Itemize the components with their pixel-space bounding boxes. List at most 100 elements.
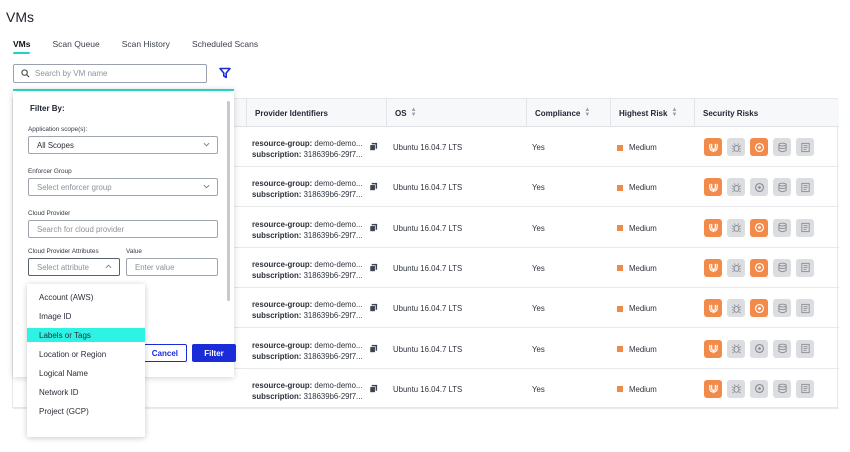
bug-icon[interactable] <box>727 178 745 197</box>
vulnerability-icon[interactable] <box>704 299 722 318</box>
vulnerability-icon[interactable] <box>704 138 722 156</box>
bug-icon[interactable] <box>727 258 745 277</box>
copy-icon[interactable] <box>369 344 378 353</box>
risk-indicator <box>617 184 623 191</box>
tab-scan-queue[interactable]: Scan Queue <box>52 38 99 56</box>
document-icon[interactable] <box>796 138 814 156</box>
malware-icon[interactable] <box>750 138 768 156</box>
resource-group-value: demo-demo... <box>314 219 363 229</box>
subscription-value: 318639b6-29f7... <box>303 270 363 280</box>
vulnerability-icon[interactable] <box>704 258 722 277</box>
document-icon[interactable] <box>796 299 814 318</box>
filter-button[interactable]: Filter <box>192 344 236 362</box>
document-icon[interactable] <box>796 258 814 277</box>
enforcer-group-select[interactable]: Select enforcer group <box>28 178 218 196</box>
subscription-label: subscription: <box>252 190 302 200</box>
database-icon[interactable] <box>773 218 791 237</box>
tab-scheduled-scans[interactable]: Scheduled Scans <box>192 38 258 56</box>
enforcer-group-label: Enforcer Group <box>28 168 72 175</box>
column-header-compliance[interactable]: Compliance ▲ ▼ <box>526 99 610 127</box>
column-label: Compliance <box>535 108 581 118</box>
bug-icon[interactable] <box>727 218 745 237</box>
cancel-button[interactable]: Cancel <box>141 344 187 362</box>
attribute-dropdown: Account (AWS) Image ID Labels or Tags Locat… <box>27 284 145 437</box>
subscription-label: subscription: <box>252 311 302 321</box>
document-icon[interactable] <box>796 178 814 197</box>
dropdown-option[interactable]: Location or Region <box>27 347 145 361</box>
filter-icon[interactable] <box>218 66 232 80</box>
value-input[interactable]: Enter value <box>126 258 218 276</box>
dropdown-option[interactable]: Logical Name <box>27 366 145 380</box>
attribute-select[interactable]: Select attribute <box>28 258 120 276</box>
subscription-value: 318639b6-29f7... <box>303 351 363 361</box>
copy-icon[interactable] <box>369 263 378 272</box>
dropdown-option[interactable]: Account (AWS) <box>27 290 145 304</box>
vulnerability-icon[interactable] <box>704 178 722 197</box>
database-icon[interactable] <box>773 339 791 358</box>
tab-scan-history[interactable]: Scan History <box>122 38 170 56</box>
highest-risk-cell: Medium <box>617 385 657 394</box>
malware-icon[interactable] <box>750 178 768 197</box>
malware-icon[interactable] <box>750 379 768 398</box>
risk-label: Medium <box>629 384 657 394</box>
copy-icon[interactable] <box>369 142 378 151</box>
vulnerability-icon[interactable] <box>704 379 722 398</box>
document-icon[interactable] <box>796 379 814 398</box>
resource-group-value: demo-demo... <box>314 259 363 269</box>
resource-group-label: resource-group: <box>252 219 313 229</box>
database-icon[interactable] <box>773 379 791 398</box>
tab-vms[interactable]: VMs <box>13 38 31 56</box>
bug-icon[interactable] <box>727 379 745 398</box>
resource-group-label: resource-group: <box>252 300 313 310</box>
copy-icon[interactable] <box>369 384 378 393</box>
risk-indicator <box>617 305 623 312</box>
dropdown-option[interactable]: Labels or Tags <box>27 328 145 342</box>
dropdown-option[interactable]: Image ID <box>27 309 145 323</box>
risk-indicator <box>617 225 623 232</box>
database-icon[interactable] <box>773 138 791 156</box>
column-header-os[interactable]: OS ▲ ▼ <box>386 99 526 127</box>
resource-group-value: demo-demo... <box>314 380 363 390</box>
copy-icon[interactable] <box>369 223 378 232</box>
provider-identifiers-cell: resource-group: demo-demo... subscription… <box>252 299 363 321</box>
copy-icon[interactable] <box>369 303 378 313</box>
dropdown-option[interactable]: Project (GCP) <box>27 404 145 418</box>
copy-icon[interactable] <box>369 182 378 192</box>
security-risks-cell <box>704 339 819 358</box>
security-risks-cell <box>704 258 819 277</box>
search-input[interactable] <box>35 69 195 78</box>
malware-icon[interactable] <box>750 339 768 358</box>
column-header-highest-risk[interactable]: Highest Risk ▲ ▼ <box>610 99 694 127</box>
compliance-cell: Yes <box>532 143 545 152</box>
bug-icon[interactable] <box>727 299 745 318</box>
column-label: Highest Risk <box>619 108 668 118</box>
os-cell: Ubuntu 16.04.7 LTS <box>393 223 463 233</box>
risk-indicator <box>617 144 623 151</box>
database-icon[interactable] <box>773 178 791 197</box>
malware-icon[interactable] <box>750 218 768 237</box>
malware-icon[interactable] <box>750 299 768 318</box>
bug-icon[interactable] <box>727 339 745 358</box>
dropdown-option[interactable]: Network ID <box>27 385 145 399</box>
column-header-security-risks: Security Risks <box>694 99 839 127</box>
database-icon[interactable] <box>773 299 791 318</box>
resource-group-value: demo-demo... <box>314 340 363 350</box>
database-icon[interactable] <box>773 258 791 277</box>
subscription-label: subscription: <box>252 391 302 401</box>
compliance-cell: Yes <box>532 304 545 314</box>
vulnerability-icon[interactable] <box>704 218 722 237</box>
subscription-value: 318639b6-29f7... <box>303 190 363 200</box>
highest-risk-cell: Medium <box>617 143 657 152</box>
document-icon[interactable] <box>796 218 814 237</box>
app-scope-select[interactable]: All Scopes <box>28 136 218 154</box>
bug-icon[interactable] <box>727 138 745 156</box>
chevron-down-icon <box>203 184 210 189</box>
cloud-provider-input[interactable]: Search for cloud provider <box>28 220 218 238</box>
filter-panel-scrollbar[interactable] <box>227 101 230 301</box>
os-cell: Ubuntu 16.04.7 LTS <box>393 344 463 354</box>
vulnerability-icon[interactable] <box>704 339 722 358</box>
highest-risk-cell: Medium <box>617 264 657 273</box>
malware-icon[interactable] <box>750 258 768 277</box>
security-risks-cell <box>704 299 819 318</box>
document-icon[interactable] <box>796 339 814 358</box>
